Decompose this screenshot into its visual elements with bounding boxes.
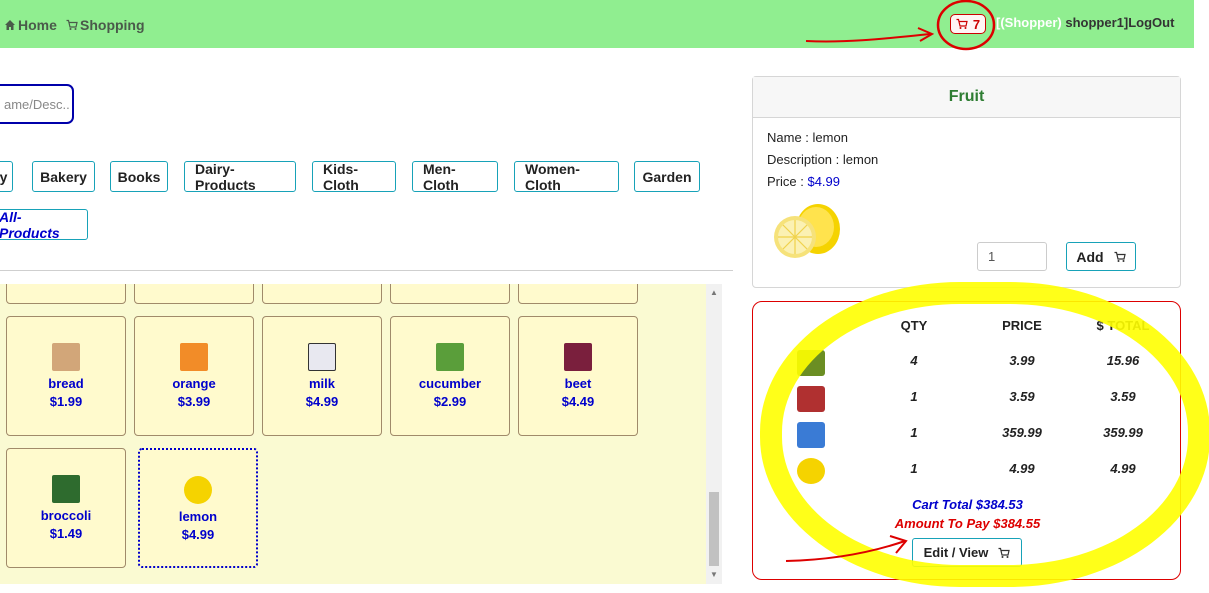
product-tile-broccoli[interactable]: broccoli $1.49: [6, 448, 126, 568]
product-name: bread: [48, 376, 84, 391]
logout-link[interactable]: LogOut: [1128, 15, 1174, 30]
product-tile-orange[interactable]: orange $3.99: [134, 316, 254, 436]
home-link[interactable]: Home: [4, 17, 57, 33]
quantity-input[interactable]: 1: [977, 242, 1047, 271]
product-tile-lemon[interactable]: lemon $4.99: [138, 448, 258, 568]
category-button-books[interactable]: Books: [110, 161, 168, 192]
product-grid: bread $1.99 orange $3.99 milk $4.99 cucu…: [0, 284, 706, 584]
product-name: beet: [564, 376, 592, 391]
detail-desc-label: Description :: [767, 152, 843, 167]
product-tile[interactable]: [518, 284, 638, 304]
all-products-button[interactable]: All-Products: [0, 208, 88, 241]
product-price: $4.99: [305, 394, 339, 409]
detail-desc-row: Description : lemon: [767, 152, 878, 167]
add-label: Add: [1076, 248, 1104, 265]
detail-price-value: $4.99: [807, 174, 841, 189]
bread-image: [52, 343, 80, 371]
yellow-highlight-annotation: [760, 282, 1209, 587]
cart-count: 7: [972, 16, 981, 32]
product-tile[interactable]: [390, 284, 510, 304]
product-name: orange: [172, 376, 216, 391]
product-price: $1.99: [49, 394, 83, 409]
user-name: shopper1]: [1065, 15, 1129, 30]
milk-image: [308, 343, 336, 371]
product-name: cucumber: [418, 376, 482, 391]
category-button-bakery[interactable]: Bakery: [32, 161, 95, 192]
search-placeholder: ame/Desc..: [4, 96, 70, 112]
category-label: Dairy-Products: [195, 160, 256, 193]
user-area: [(Shopper) shopper1]LogOut: [996, 15, 1174, 30]
product-tile-cucumber[interactable]: cucumber $2.99: [390, 316, 510, 436]
category-label: y: [0, 168, 8, 185]
product-tile[interactable]: [6, 284, 126, 304]
product-tile-beet[interactable]: beet $4.49: [518, 316, 638, 436]
category-label: Bakery: [40, 168, 87, 185]
detail-desc-value: lemon: [842, 152, 879, 167]
category-button-kids-cloth[interactable]: Kids-Cloth: [312, 160, 396, 193]
category-label: Garden: [642, 168, 692, 185]
all-products-label: All-Products: [0, 208, 60, 241]
category-button-garden[interactable]: Garden: [634, 161, 700, 192]
product-tile-milk[interactable]: milk $4.99: [262, 316, 382, 436]
scrollbar-thumb[interactable]: [709, 492, 719, 566]
product-tile-bread[interactable]: bread $1.99: [6, 316, 126, 436]
quantity-value: 1: [988, 249, 996, 264]
broccoli-image: [52, 475, 80, 503]
beet-image: [564, 343, 592, 371]
detail-price-label: Price :: [767, 174, 808, 189]
detail-price-row: Price : $4.99: [767, 174, 840, 189]
cart-icon: [1114, 251, 1126, 262]
product-detail-card: Fruit Name : lemon Description : lemon P…: [752, 76, 1181, 288]
lemon-image: [184, 476, 212, 504]
shopping-link[interactable]: Shopping: [66, 17, 145, 33]
product-price: $4.99: [181, 527, 215, 542]
detail-name-label: Name :: [767, 130, 813, 145]
shopping-label: Shopping: [80, 17, 145, 33]
category-button-women-cloth[interactable]: Women-Cloth: [514, 160, 619, 193]
product-tile[interactable]: [134, 284, 254, 304]
product-price: $4.49: [561, 394, 595, 409]
detail-name-value: lemon: [812, 130, 848, 145]
product-name: lemon: [178, 509, 218, 524]
scroll-up-arrow-icon[interactable]: ▲: [710, 288, 718, 297]
add-to-cart-button[interactable]: Add: [1066, 242, 1136, 271]
product-name: broccoli: [40, 508, 92, 523]
user-role: [(Shopper): [996, 15, 1062, 30]
search-input[interactable]: ame/Desc..: [0, 84, 74, 124]
shopping-cart-icon: [66, 19, 78, 30]
grid-scrollbar[interactable]: ▲ ▼: [706, 284, 722, 584]
detail-category-title: Fruit: [753, 77, 1180, 118]
cucumber-image: [436, 343, 464, 371]
product-name: milk: [308, 376, 335, 391]
home-label: Home: [18, 17, 57, 33]
category-label: Women-Cloth: [525, 160, 580, 193]
cart-badge[interactable]: 7: [950, 14, 986, 34]
top-navbar: Home Shopping 7 [(Shopper) shopper1]LogO…: [0, 0, 1194, 48]
product-price: $1.49: [49, 526, 83, 541]
product-tile[interactable]: [262, 284, 382, 304]
lemon-image: [774, 204, 840, 258]
category-label: Kids-Cloth: [323, 160, 359, 193]
cart-icon: [956, 18, 968, 29]
scroll-down-arrow-icon[interactable]: ▼: [710, 570, 718, 579]
product-price: $3.99: [177, 394, 211, 409]
divider: [0, 270, 733, 271]
product-price: $2.99: [433, 394, 467, 409]
orange-image: [180, 343, 208, 371]
category-button-partial[interactable]: y: [0, 161, 13, 192]
category-button-dairy-products[interactable]: Dairy-Products: [184, 160, 296, 193]
home-icon: [5, 20, 15, 30]
category-label: Books: [117, 168, 161, 185]
category-label: Men-Cloth: [423, 160, 459, 193]
category-button-men-cloth[interactable]: Men-Cloth: [412, 160, 498, 193]
detail-name-row: Name : lemon: [767, 130, 848, 145]
